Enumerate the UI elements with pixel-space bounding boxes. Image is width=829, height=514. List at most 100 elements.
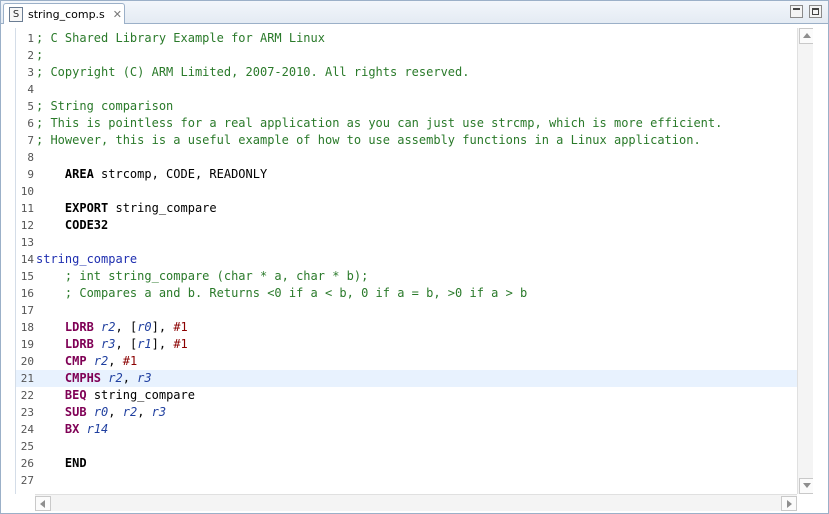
code-token: LDRB xyxy=(64,337,94,351)
code-text: ; Copyright (C) ARM Limited, 2007-2010. … xyxy=(36,64,469,81)
code-text: CMPHS r2, r3 xyxy=(36,370,152,387)
code-token: , xyxy=(108,405,123,419)
maximize-icon[interactable] xyxy=(809,5,822,18)
code-line[interactable]: 5; String comparison xyxy=(16,98,797,115)
code-line[interactable]: 8 xyxy=(16,149,797,166)
code-token: CMPHS xyxy=(64,371,102,385)
line-number: 20 xyxy=(20,355,34,368)
code-token: , [ xyxy=(115,337,138,351)
code-text: ; int string_compare (char * a, char * b… xyxy=(36,268,368,285)
code-token: string_compare xyxy=(86,388,195,402)
code-text: ; String comparison xyxy=(36,98,173,115)
line-number: 23 xyxy=(20,406,34,419)
code-token: ; int string_compare (char * a, char * b… xyxy=(36,269,369,283)
code-token: r0 xyxy=(137,320,152,334)
code-line[interactable]: 13 xyxy=(16,234,797,251)
code-token: EXPORT xyxy=(64,201,109,215)
code-text: string_compare xyxy=(36,251,137,268)
tab-string-comp[interactable]: S string_comp.s ✕ xyxy=(3,3,125,24)
code-line[interactable]: 20 CMP r2, #1 xyxy=(16,353,797,370)
code-line[interactable]: 2; xyxy=(16,47,797,64)
code-token: SUB xyxy=(64,405,87,419)
code-token: r3 xyxy=(151,405,167,419)
left-ruler xyxy=(1,28,15,494)
code-line[interactable]: 4 xyxy=(16,81,797,98)
code-token: ; C Shared Library Example for ARM Linux xyxy=(36,31,325,45)
code-text: CODE32 xyxy=(36,217,108,234)
line-number: 22 xyxy=(20,389,34,402)
code-line[interactable]: 17 xyxy=(16,302,797,319)
line-number: 11 xyxy=(20,202,34,215)
code-token: ; String comparison xyxy=(36,99,174,113)
code-token: r1 xyxy=(137,337,152,351)
code-text: ; Compares a and b. Returns <0 if a < b,… xyxy=(36,285,527,302)
code-token: r14 xyxy=(86,422,109,436)
minimize-icon[interactable] xyxy=(790,5,803,18)
code-token: CODE32 xyxy=(64,218,109,232)
code-editor[interactable]: 1; C Shared Library Example for ARM Linu… xyxy=(15,28,797,494)
code-line[interactable]: 19 LDRB r3, [r1], #1 xyxy=(16,336,797,353)
code-line[interactable]: 18 LDRB r2, [r0], #1 xyxy=(16,319,797,336)
code-line[interactable]: 3; Copyright (C) ARM Limited, 2007-2010.… xyxy=(16,64,797,81)
line-number: 1 xyxy=(27,32,34,45)
line-number: 8 xyxy=(27,151,34,164)
code-line[interactable]: 23 SUB r0, r2, r3 xyxy=(16,404,797,421)
code-token: ], xyxy=(151,320,174,334)
line-number: 5 xyxy=(27,100,34,113)
code-line[interactable]: 24 BX r14 xyxy=(16,421,797,438)
code-line[interactable]: 12 CODE32 xyxy=(16,217,797,234)
vertical-scrollbar[interactable] xyxy=(797,28,815,494)
code-token: END xyxy=(64,456,87,470)
scroll-left-icon[interactable] xyxy=(35,496,51,511)
line-number: 14 xyxy=(20,253,34,266)
code-token: , xyxy=(108,354,123,368)
line-number: 9 xyxy=(27,168,34,181)
line-number: 25 xyxy=(20,440,34,453)
code-line[interactable]: 1; C Shared Library Example for ARM Linu… xyxy=(16,30,797,47)
code-line[interactable]: 6; This is pointless for a real applicat… xyxy=(16,115,797,132)
line-number: 7 xyxy=(27,134,34,147)
code-token: , xyxy=(137,405,152,419)
code-line[interactable]: 10 xyxy=(16,183,797,200)
code-token: r2 xyxy=(93,354,109,368)
code-line[interactable]: 26 END xyxy=(16,455,797,472)
code-text: ; However, this is a useful example of h… xyxy=(36,132,701,149)
code-line[interactable]: 11 EXPORT string_compare xyxy=(16,200,797,217)
code-token: ; However, this is a useful example of h… xyxy=(36,133,701,147)
line-number: 15 xyxy=(20,270,34,283)
code-line[interactable]: 15 ; int string_compare (char * a, char … xyxy=(16,268,797,285)
scroll-right-icon[interactable] xyxy=(781,496,797,511)
code-token: strcomp, CODE, READONLY xyxy=(93,167,268,181)
line-number: 10 xyxy=(20,185,34,198)
code-line[interactable]: 7; However, this is a useful example of … xyxy=(16,132,797,149)
code-token: ; This is pointless for a real applicati… xyxy=(36,116,723,130)
close-icon[interactable]: ✕ xyxy=(113,8,122,21)
code-line[interactable]: 16 ; Compares a and b. Returns <0 if a <… xyxy=(16,285,797,302)
code-text: BX r14 xyxy=(36,421,108,438)
code-text: AREA strcomp, CODE, READONLY xyxy=(36,166,267,183)
code-line[interactable]: 21 CMPHS r2, r3 xyxy=(16,370,797,387)
line-number: 12 xyxy=(20,219,34,232)
line-number: 4 xyxy=(27,83,34,96)
code-text: END xyxy=(36,455,87,472)
code-line[interactable]: 22 BEQ string_compare xyxy=(16,387,797,404)
code-line[interactable]: 9 AREA strcomp, CODE, READONLY xyxy=(16,166,797,183)
code-token: r2 xyxy=(101,320,116,334)
code-text: LDRB r2, [r0], #1 xyxy=(36,319,188,336)
line-number: 13 xyxy=(20,236,34,249)
code-line[interactable]: 14 string_compare xyxy=(16,251,797,268)
tab-label: string_comp.s xyxy=(28,7,105,21)
code-line[interactable]: 25 xyxy=(16,438,797,455)
horizontal-scrollbar[interactable] xyxy=(35,494,797,511)
line-number: 24 xyxy=(20,423,34,436)
code-line[interactable]: 27 xyxy=(16,472,797,489)
